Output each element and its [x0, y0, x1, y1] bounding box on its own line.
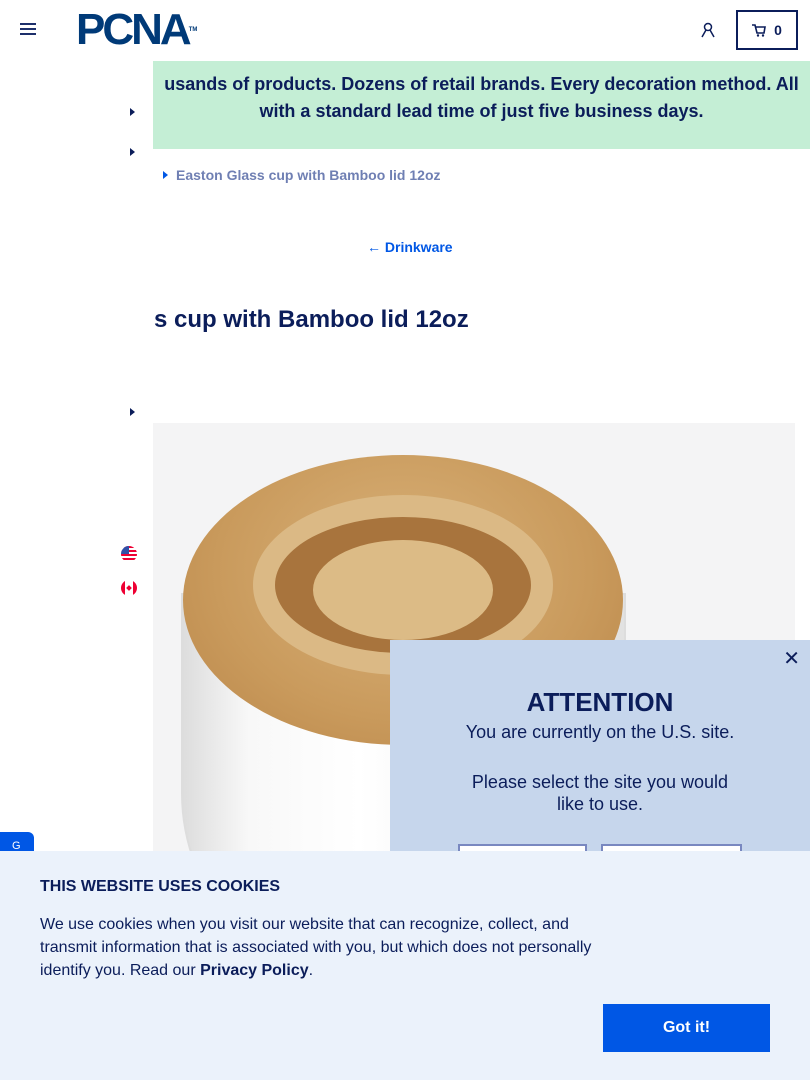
modal-prompt: Please select the site you would like to…: [471, 772, 729, 814]
logo-text: PCNA: [76, 5, 192, 54]
privacy-policy-link[interactable]: Privacy Policy: [200, 962, 309, 979]
canada-flag-icon[interactable]: [121, 580, 137, 596]
cookie-body: We use cookies when you visit our websit…: [40, 916, 592, 979]
hamburger-menu-icon[interactable]: [20, 22, 36, 36]
lid-logo-center: [313, 540, 493, 640]
cookie-title: THIS WEBSITE USES COOKIES: [40, 878, 281, 895]
accept-cookies-button[interactable]: Got it!: [603, 1004, 770, 1052]
modal-message: You are currently on the U.S. site.: [465, 722, 735, 742]
caret-right-icon[interactable]: [130, 108, 135, 116]
us-flag-icon[interactable]: [121, 546, 137, 562]
promo-banner: usands of products. Dozens of retail bra…: [153, 61, 810, 149]
pcna-logo[interactable]: PCNATM: [76, 8, 198, 52]
breadcrumb: Easton Glass cup with Bamboo lid 12oz: [163, 167, 441, 183]
banner-line-1: usands of products. Dozens of retail bra…: [164, 74, 799, 94]
cookie-banner: THIS WEBSITE USES COOKIES We use cookies…: [0, 851, 810, 1080]
cookie-text: We use cookies when you visit our websit…: [40, 913, 610, 982]
banner-line-2: with a standard lead time of just five b…: [259, 101, 704, 121]
caret-right-icon[interactable]: [130, 148, 135, 156]
cart-button[interactable]: 0: [736, 10, 798, 50]
breadcrumb-current: Easton Glass cup with Bamboo lid 12oz: [176, 167, 441, 183]
caret-right-icon[interactable]: [130, 408, 135, 416]
cart-count: 0: [774, 22, 782, 38]
account-icon[interactable]: [700, 22, 716, 38]
cookie-end: .: [308, 962, 314, 979]
breadcrumb-caret-icon: [163, 171, 168, 179]
logo-tm: TM: [188, 27, 198, 33]
close-icon[interactable]: ✕: [783, 646, 800, 671]
back-to-drinkware-link[interactable]: ← Drinkware: [367, 239, 453, 255]
product-title: s cup with Bamboo lid 12oz: [154, 306, 469, 333]
cart-icon: [752, 23, 767, 37]
modal-title: ATTENTION: [526, 687, 674, 717]
site-header: PCNATM 0: [0, 0, 810, 61]
